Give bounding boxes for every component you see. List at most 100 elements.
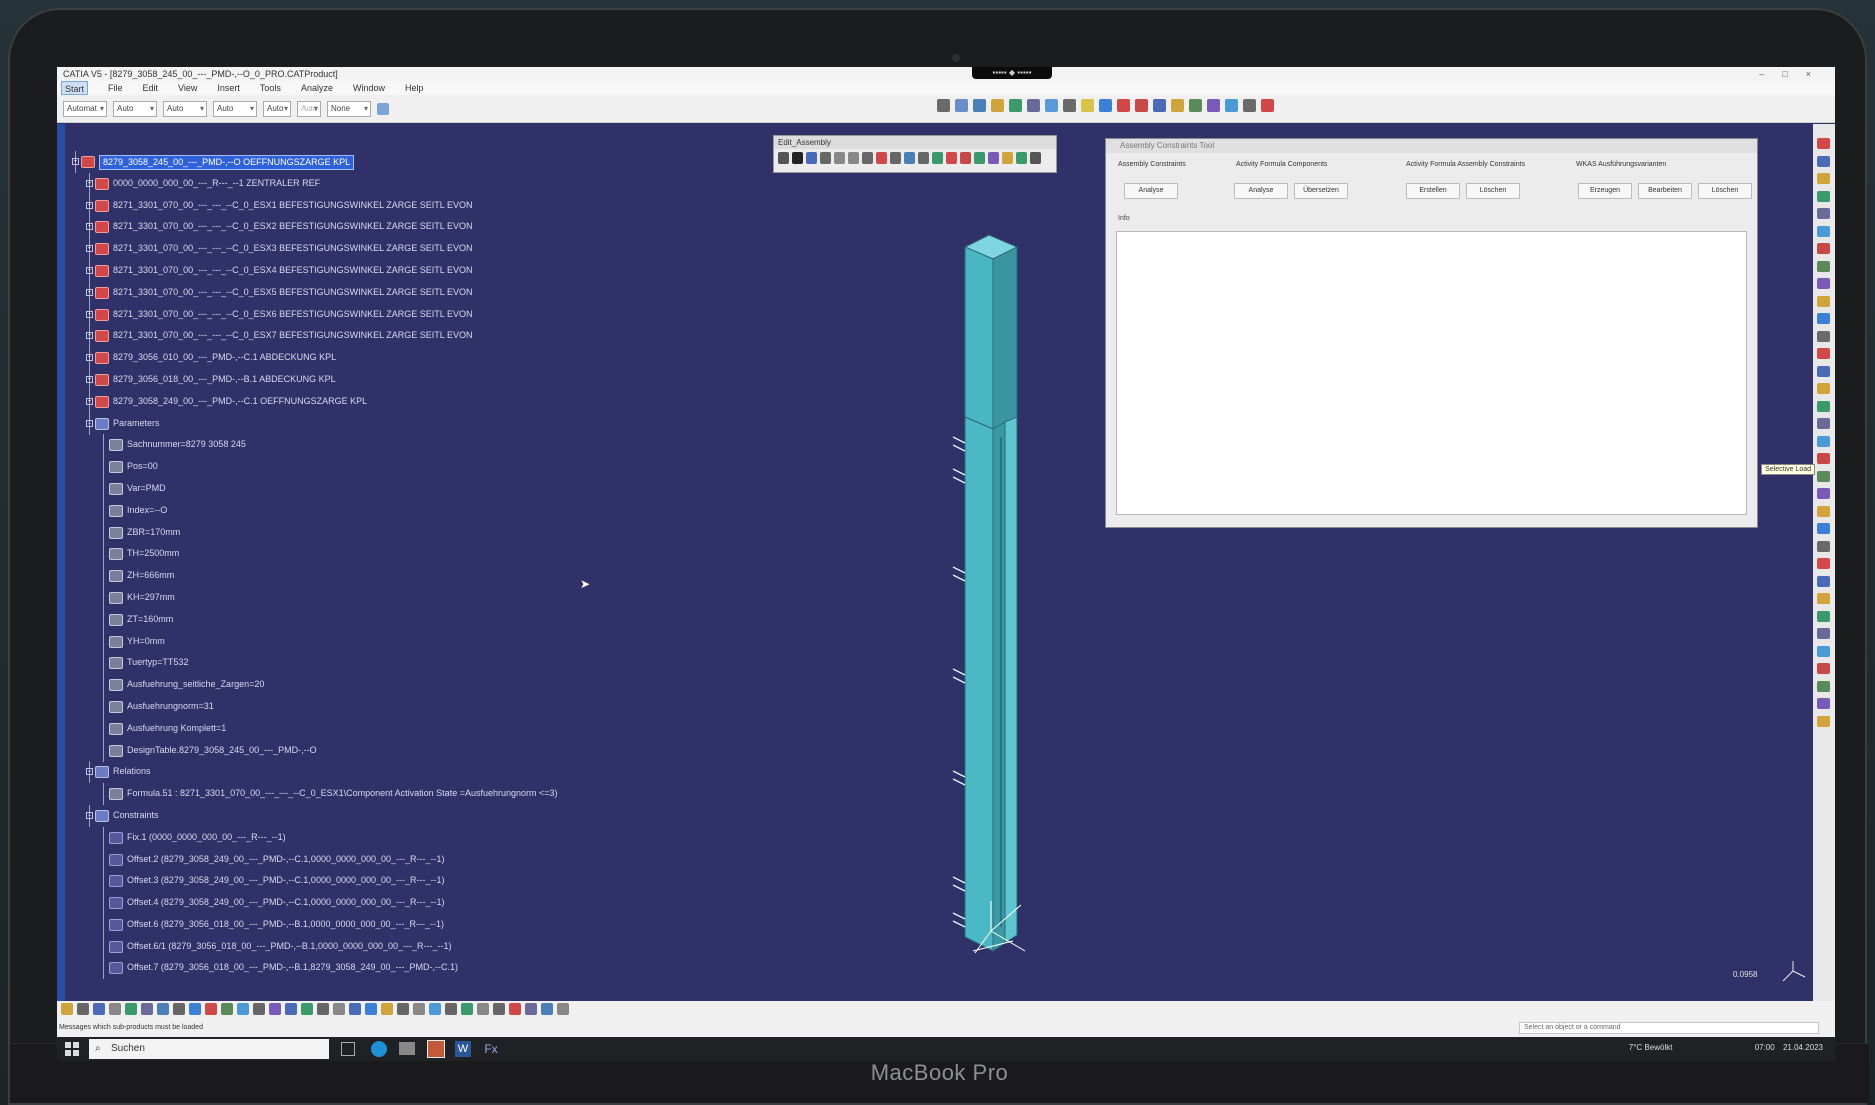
bottom-tool-icon[interactable] [525,1003,537,1015]
assembly-tool-icon[interactable] [960,152,971,164]
tree-expand-icon[interactable]: + [86,375,93,383]
tree-node[interactable]: Ausfuehrung Komplett=1 [71,717,631,740]
toolbar-tool-icon[interactable] [1117,99,1130,112]
assembly-tool-icon[interactable] [904,152,915,164]
catia-icon[interactable] [427,1040,445,1058]
menu-analyze[interactable]: Analyze [301,81,333,95]
delete-constraints-button[interactable]: Löschen [1466,183,1520,199]
tree-node[interactable]: Offset.3 (8279_3058_249_00_---_PMD-,--C.… [71,870,631,893]
toolbar-tool-icon[interactable] [1081,99,1094,112]
toolbar-tool-icon[interactable] [1135,99,1148,112]
tree-node[interactable]: ZH=666mm [71,565,631,588]
tree-expand-icon[interactable]: + [86,266,93,274]
tree-node[interactable]: Sachnummer=8279 3058 245 [71,434,631,457]
brush-icon[interactable] [377,102,389,115]
tree-node[interactable]: Formula.51 : 8271_3301_070_00_---_---_--… [71,783,631,806]
door-frame-part[interactable] [893,207,1053,972]
assembly-tool-icon[interactable] [988,152,999,164]
menu-help[interactable]: Help [405,81,424,95]
assembly-tool-icon[interactable] [862,152,873,164]
generate-button[interactable]: Erzeugen [1578,183,1632,199]
right-tool-icon[interactable] [1817,593,1830,604]
toolbar-tool-icon[interactable] [973,99,986,112]
assembly-tool-icon[interactable] [1030,152,1041,164]
right-tool-icon[interactable] [1817,383,1830,394]
bottom-tool-icon[interactable] [557,1003,569,1015]
right-tool-icon[interactable] [1817,260,1830,272]
toolbar-tool-icon[interactable] [1207,99,1220,112]
right-tool-icon[interactable] [1817,610,1830,622]
toolbar-tool-icon[interactable] [1063,99,1076,112]
bottom-tool-icon[interactable] [189,1003,201,1015]
bottom-tool-icon[interactable] [285,1003,297,1015]
tree-node[interactable]: +0000_0000_000_00_---_R---_--1 ZENTRALER… [71,172,631,195]
tree-node[interactable]: − Constraints [71,804,631,827]
tree-node[interactable]: Ausfuehrungnorm=31 [71,695,631,718]
toolbar-tool-icon[interactable] [1027,99,1040,112]
menu-tools[interactable]: Tools [260,81,281,95]
tree-node[interactable]: +8271_3301_070_00_---_---_--C_0_ESX3 BEF… [71,238,631,261]
tree-node[interactable]: Offset.2 (8279_3058_249_00_---_PMD-,--C.… [71,848,631,871]
tree-node[interactable]: Var=PMD [71,477,631,500]
right-tool-icon[interactable] [1817,400,1830,412]
right-tool-icon[interactable] [1817,243,1830,254]
bottom-tool-icon[interactable] [253,1003,265,1015]
translate-button[interactable]: Übersetzen [1294,183,1348,199]
bottom-tool-icon[interactable] [93,1003,105,1015]
tree-node[interactable]: KH=297mm [71,586,631,609]
windows-start-icon[interactable] [65,1042,79,1056]
bottom-tool-icon[interactable] [141,1003,153,1015]
tree-expand-icon[interactable]: + [86,310,93,318]
right-tool-icon[interactable] [1817,225,1830,237]
tree-node[interactable]: Offset.7 (8279_3056_018_00_---_PMD-,--B.… [71,957,631,980]
linetype-select[interactable]: None [327,100,371,117]
right-tool-icon[interactable] [1817,278,1830,289]
right-tool-icon[interactable] [1817,488,1830,499]
assembly-tool-icon[interactable] [974,152,985,164]
menu-window[interactable]: Window [353,81,385,95]
assembly-tool-icon[interactable] [792,152,803,164]
right-tool-icon[interactable] [1817,628,1830,639]
bottom-tool-icon[interactable] [205,1003,217,1015]
assembly-tool-icon[interactable] [1016,152,1027,164]
right-tool-icon[interactable] [1817,295,1830,307]
right-tool-icon[interactable] [1817,208,1830,219]
right-tool-icon[interactable] [1817,698,1830,709]
bottom-tool-icon[interactable] [429,1003,441,1015]
toolbar-tool-icon[interactable] [1243,99,1256,112]
toolbar-tool-icon[interactable] [1225,99,1238,112]
tree-node[interactable]: Offset.6/1 (8279_3056_018_00_---_PMD-,--… [71,935,631,958]
word-icon[interactable]: W [455,1041,471,1057]
toolbar-tool-icon[interactable] [1261,99,1274,112]
tree-node[interactable]: +8279_3058_249_00_---_PMD-,--C.1 OEFFNUN… [71,390,631,413]
right-tool-icon[interactable] [1817,173,1830,184]
tree-node[interactable]: Ausfuehrung_seitliche_Zargen=20 [71,674,631,697]
tree-expand-icon[interactable]: + [86,179,93,187]
tree-expand-icon[interactable]: + [86,354,93,362]
assembly-tool-icon[interactable] [890,152,901,164]
bottom-tool-icon[interactable] [461,1003,473,1015]
toolbar-tool-icon[interactable] [991,99,1004,112]
bottom-tool-icon[interactable] [493,1003,505,1015]
command-input[interactable]: Select an object or a command [1519,1022,1819,1034]
tree-node[interactable]: ZT=160mm [71,608,631,631]
assembly-tool-icon[interactable] [876,152,887,164]
tree-node[interactable]: +8279_3056_018_00_---_PMD-,--B.1 ABDECKU… [71,368,631,391]
info-textarea[interactable] [1116,231,1747,515]
tree-node[interactable]: +8279_3056_010_00_---_PMD-,--C.1 ABDECKU… [71,347,631,370]
tree-node[interactable]: Tuertyp=TT532 [71,652,631,675]
bottom-tool-icon[interactable] [477,1003,489,1015]
tree-node[interactable]: ZBR=170mm [71,521,631,544]
menu-edit[interactable]: Edit [143,81,159,95]
toolbar-select-5[interactable]: Auto [263,100,291,117]
bottom-tool-icon[interactable] [413,1003,425,1015]
bottom-tool-icon[interactable] [157,1003,169,1015]
right-tool-icon[interactable] [1817,365,1830,377]
right-tool-icon[interactable] [1817,348,1830,359]
bottom-tool-icon[interactable] [173,1003,185,1015]
menu-insert[interactable]: Insert [217,81,240,95]
toolbar-tool-icon[interactable] [1099,99,1112,112]
analyse-components-button[interactable]: Analyse [1234,183,1288,199]
bottom-tool-icon[interactable] [221,1003,233,1015]
window-controls[interactable]: –□× [1759,67,1829,81]
